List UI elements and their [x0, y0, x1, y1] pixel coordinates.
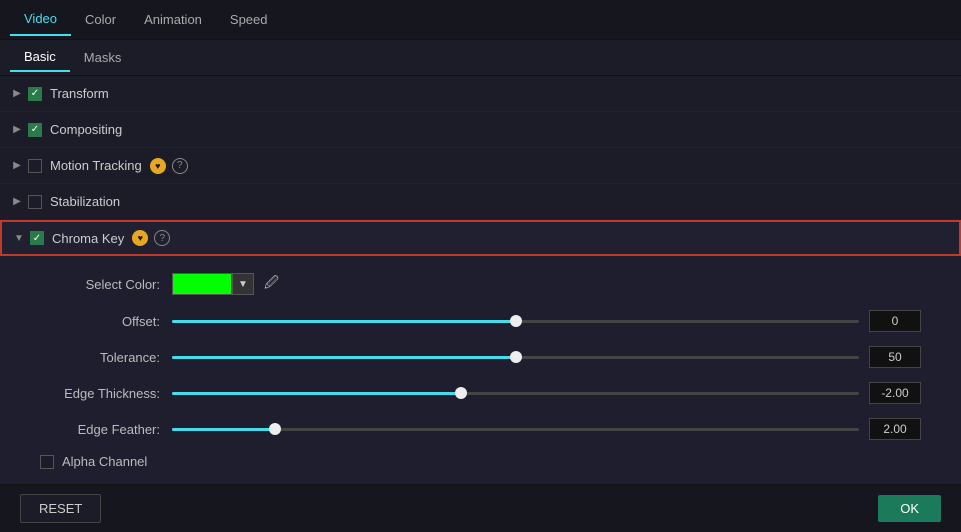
- arrow-icon: [10, 159, 24, 173]
- offset-slider-track[interactable]: [172, 320, 859, 323]
- edge-feather-slider-thumb[interactable]: [269, 423, 281, 435]
- offset-row: Offset: 0: [40, 310, 921, 332]
- checkbox-motion-tracking[interactable]: [28, 159, 42, 173]
- reset-button[interactable]: RESET: [20, 494, 101, 523]
- select-color-row: Select Color: ▼ 🖉: [40, 272, 921, 296]
- offset-label: Offset:: [40, 314, 160, 329]
- arrow-icon: [10, 195, 24, 209]
- edge-thickness-row: Edge Thickness: -2.00: [40, 382, 921, 404]
- arrow-icon: [10, 87, 24, 101]
- panel-label-compositing: Compositing: [50, 122, 122, 137]
- tolerance-slider-thumb[interactable]: [510, 351, 522, 363]
- sub-tab-bar: Basic Masks: [0, 40, 961, 76]
- badge-question-motion-tracking[interactable]: ?: [172, 158, 188, 174]
- panel-label-motion-tracking: Motion Tracking: [50, 158, 142, 173]
- panel-list: Transform Compositing Motion Tracking ♥ …: [0, 76, 961, 484]
- badge-heart-chroma-key: ♥: [132, 230, 148, 246]
- edge-feather-label: Edge Feather:: [40, 422, 160, 437]
- badge-heart-motion-tracking: ♥: [150, 158, 166, 174]
- badge-question-chroma-key[interactable]: ?: [154, 230, 170, 246]
- tolerance-label: Tolerance:: [40, 350, 160, 365]
- tab-speed[interactable]: Speed: [216, 4, 282, 35]
- chroma-key-content: Select Color: ▼ 🖉 Offset: 0: [0, 256, 961, 484]
- tab-basic[interactable]: Basic: [10, 43, 70, 72]
- tolerance-slider-fill: [172, 356, 516, 359]
- tolerance-slider-wrapper: 50: [172, 346, 921, 368]
- offset-value[interactable]: 0: [869, 310, 921, 332]
- panel-chroma-key[interactable]: Chroma Key ♥ ?: [0, 220, 961, 256]
- alpha-channel-row: Alpha Channel: [40, 454, 921, 469]
- main-content: Transform Compositing Motion Tracking ♥ …: [0, 76, 961, 484]
- edge-thickness-slider-track[interactable]: [172, 392, 859, 395]
- panel-label-chroma-key: Chroma Key: [52, 231, 124, 246]
- edge-thickness-slider-fill: [172, 392, 461, 395]
- tab-color[interactable]: Color: [71, 4, 130, 35]
- tolerance-row: Tolerance: 50: [40, 346, 921, 368]
- panel-transform[interactable]: Transform: [0, 76, 961, 112]
- edge-feather-row: Edge Feather: 2.00: [40, 418, 921, 440]
- panel-label-transform: Transform: [50, 86, 109, 101]
- edge-feather-slider-wrapper: 2.00: [172, 418, 921, 440]
- ok-button[interactable]: OK: [878, 495, 941, 522]
- offset-slider-thumb[interactable]: [510, 315, 522, 327]
- tolerance-slider-track[interactable]: [172, 356, 859, 359]
- arrow-down-icon: [12, 231, 26, 245]
- color-swatch[interactable]: [172, 273, 232, 295]
- color-select-wrapper: ▼ 🖉: [172, 272, 279, 296]
- alpha-channel-checkbox[interactable]: [40, 455, 54, 469]
- bottom-bar: RESET OK: [0, 484, 961, 532]
- edge-thickness-label: Edge Thickness:: [40, 386, 160, 401]
- edge-thickness-slider-wrapper: -2.00: [172, 382, 921, 404]
- checkbox-stabilization[interactable]: [28, 195, 42, 209]
- arrow-icon: [10, 123, 24, 137]
- select-color-label: Select Color:: [40, 277, 160, 292]
- edge-feather-slider-track[interactable]: [172, 428, 859, 431]
- tab-masks[interactable]: Masks: [70, 44, 136, 71]
- checkbox-chroma-key[interactable]: [30, 231, 44, 245]
- edge-feather-value[interactable]: 2.00: [869, 418, 921, 440]
- tolerance-value[interactable]: 50: [869, 346, 921, 368]
- offset-slider-fill: [172, 320, 516, 323]
- offset-slider-wrapper: 0: [172, 310, 921, 332]
- eyedropper-icon[interactable]: 🖉: [264, 272, 279, 296]
- edge-thickness-value[interactable]: -2.00: [869, 382, 921, 404]
- checkbox-compositing[interactable]: [28, 123, 42, 137]
- color-dropdown-btn[interactable]: ▼: [232, 273, 254, 295]
- tab-animation[interactable]: Animation: [130, 4, 216, 35]
- top-tab-bar: Video Color Animation Speed: [0, 0, 961, 40]
- checkbox-transform[interactable]: [28, 87, 42, 101]
- edge-feather-slider-fill: [172, 428, 275, 431]
- edge-thickness-slider-thumb[interactable]: [455, 387, 467, 399]
- tab-video[interactable]: Video: [10, 3, 71, 36]
- alpha-channel-label: Alpha Channel: [62, 454, 147, 469]
- panel-compositing[interactable]: Compositing: [0, 112, 961, 148]
- panel-stabilization[interactable]: Stabilization: [0, 184, 961, 220]
- panel-motion-tracking[interactable]: Motion Tracking ♥ ?: [0, 148, 961, 184]
- panel-label-stabilization: Stabilization: [50, 194, 120, 209]
